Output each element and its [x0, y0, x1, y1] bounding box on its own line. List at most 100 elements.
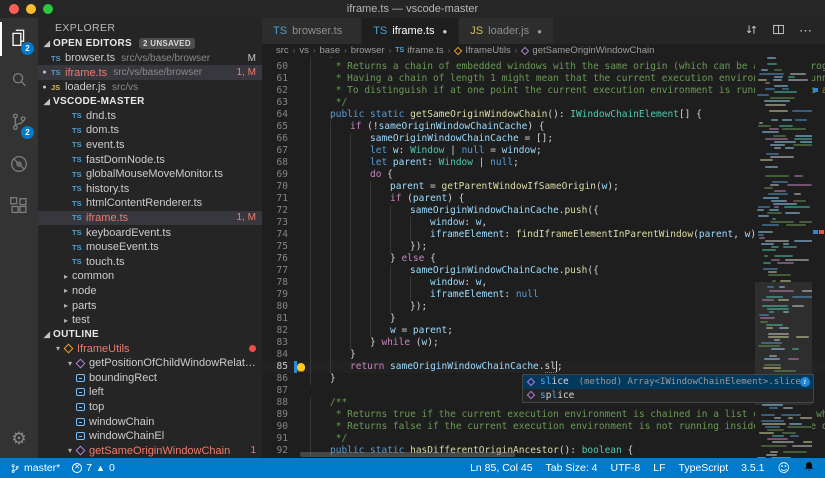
code-line[interactable]: 69do {	[262, 169, 825, 181]
code-line[interactable]: 62 * To distinguish if at one point the …	[262, 85, 825, 97]
code-line[interactable]: 76} else {	[262, 253, 825, 265]
code-line[interactable]: 65if (!sameOriginWindowChainCache) {	[262, 121, 825, 133]
status-item-lf[interactable]: LF	[653, 462, 665, 474]
tree-item-file[interactable]: TShtmlContentRenderer.ts	[38, 196, 262, 211]
info-icon[interactable]: i	[800, 377, 810, 387]
status-item-3-5-1[interactable]: 3.5.1	[741, 462, 764, 474]
maximize-window-button[interactable]	[43, 4, 53, 14]
tree-item-folder[interactable]: ▸node	[38, 284, 262, 299]
breadcrumb-item[interactable]: TSiframe.ts	[395, 45, 443, 56]
code-line[interactable]: 67let w: Window | null = window;	[262, 145, 825, 157]
editor-tab-loader-js[interactable]: JSloader.js●	[459, 18, 554, 44]
code-line[interactable]: 82w = parent;	[262, 325, 825, 337]
breadcrumb-item[interactable]: IframeUtils	[454, 45, 510, 56]
split-editor-icon[interactable]	[772, 23, 785, 39]
code-line[interactable]: 91 */	[262, 433, 825, 445]
outline-item[interactable]: windowChainEl	[38, 429, 262, 444]
code-line[interactable]: 77sameOriginWindowChainCache.push({	[262, 265, 825, 277]
tree-item-file[interactable]: TSiframe.ts1, M	[38, 211, 262, 226]
feedback-smiley-icon[interactable]: ☺	[777, 461, 790, 475]
suggest-item-slice[interactable]: slice(method) Array<IWindowChainElement>…	[523, 375, 813, 389]
editor-tab-iframe-ts[interactable]: TSiframe.ts●	[362, 18, 459, 44]
code-line[interactable]: 79iframeElement: null	[262, 289, 825, 301]
notifications-bell-icon[interactable]	[803, 460, 815, 476]
code-line[interactable]: 74iframeElement: findIframeElementInPare…	[262, 229, 825, 241]
code-line[interactable]: 63 */	[262, 97, 825, 109]
status-item-ln-85-col-45[interactable]: Ln 85, Col 45	[470, 462, 532, 474]
outline-item[interactable]: ▾IframeUtils	[38, 341, 262, 356]
settings-gear-icon[interactable]: ⚙	[0, 420, 38, 458]
activity-item-search[interactable]	[0, 60, 38, 102]
editor-tab-browser-ts[interactable]: TSbrowser.ts	[262, 18, 362, 44]
code-line[interactable]: 72sameOriginWindowChainCache.push({	[262, 205, 825, 217]
tree-item-file[interactable]: TSevent.ts	[38, 138, 262, 153]
code-line[interactable]: 73window: w,	[262, 217, 825, 229]
code-line[interactable]: 90 * Returns false if the current execut…	[262, 421, 825, 433]
open-editor-item[interactable]: TSbrowser.tssrc/vs/base/browserM	[38, 51, 262, 66]
tree-item-file[interactable]: TStouch.ts	[38, 254, 262, 269]
open-editors-header[interactable]: ◢ OPEN EDITORS 2 UNSAVED	[38, 37, 262, 51]
suggest-item-splice[interactable]: splice	[523, 389, 813, 403]
open-editor-item[interactable]: ●JSloader.jssrc/vs	[38, 80, 262, 95]
tree-item-file[interactable]: TSkeyboardEvent.ts	[38, 225, 262, 240]
minimap-line	[766, 153, 779, 155]
minimap-line	[764, 187, 773, 189]
tree-item-file[interactable]: TSdnd.ts	[38, 109, 262, 124]
code-line[interactable]: 70parent = getParentWindowIfSameOrigin(w…	[262, 181, 825, 193]
close-window-button[interactable]	[9, 4, 19, 14]
tree-item-folder[interactable]: ▸test	[38, 313, 262, 328]
outline-item[interactable]: boundingRect	[38, 370, 262, 385]
code-line[interactable]: 61 * Having a chain of length 1 might me…	[262, 73, 825, 85]
status-item-tab-size-4[interactable]: Tab Size: 4	[546, 462, 598, 474]
code-editor[interactable]: 59/**60 * Returns a chain of embedded wi…	[262, 57, 825, 458]
outline-item[interactable]: ▾getSameOriginWindowChain1	[38, 443, 262, 458]
open-changes-icon[interactable]	[745, 23, 758, 39]
status-item-typescript[interactable]: TypeScript	[679, 462, 729, 474]
breadcrumb-item[interactable]: browser	[351, 45, 385, 56]
tree-item-file[interactable]: TSdom.ts	[38, 123, 262, 138]
dirty-dot-icon[interactable]: ●	[442, 27, 447, 36]
dirty-dot-icon[interactable]: ●	[537, 27, 542, 36]
code-line[interactable]: 66sameOriginWindowChainCache = [];	[262, 133, 825, 145]
code-line[interactable]: 68let parent: Window | null;	[262, 157, 825, 169]
outline-item[interactable]: ▾getPositionOfChildWindowRelativeToAnces…	[38, 356, 262, 371]
outline-item[interactable]: top	[38, 400, 262, 415]
tree-item-file[interactable]: TSmouseEvent.ts	[38, 240, 262, 255]
activity-item-source-control[interactable]: 2	[0, 102, 38, 144]
breadcrumb-item[interactable]: vs	[299, 45, 309, 56]
code-line[interactable]: 84}	[262, 349, 825, 361]
breadcrumb-item[interactable]: src	[276, 45, 289, 56]
code-line[interactable]: 78window: w,	[262, 277, 825, 289]
code-line[interactable]: 64public static getSameOriginWindowChain…	[262, 109, 825, 121]
code-line[interactable]: 75});	[262, 241, 825, 253]
outline-item[interactable]: windowChain	[38, 414, 262, 429]
more-actions-icon[interactable]: ⋯	[799, 23, 813, 39]
outline-item[interactable]: left	[38, 385, 262, 400]
code-line[interactable]: 83} while (w);	[262, 337, 825, 349]
problems-status[interactable]: ✕ 7 ▲ 0	[72, 462, 115, 474]
outline-header[interactable]: ◢ OUTLINE	[38, 327, 262, 341]
minimize-window-button[interactable]	[26, 4, 36, 14]
code-line[interactable]: 85return sameOriginWindowChainCache.sl;	[262, 361, 825, 373]
open-editor-item[interactable]: ●TSiframe.tssrc/vs/base/browser1, M	[38, 65, 262, 80]
code-line[interactable]: 71if (parent) {	[262, 193, 825, 205]
git-branch-status[interactable]: master*	[10, 462, 60, 475]
code-line[interactable]: 60 * Returns a chain of embedded windows…	[262, 61, 825, 73]
breadcrumb-item[interactable]: base	[320, 45, 341, 56]
breadcrumb-item[interactable]: getSameOriginWindowChain	[521, 45, 654, 56]
tree-item-folder[interactable]: ▸parts	[38, 298, 262, 313]
tree-item-file[interactable]: TShistory.ts	[38, 181, 262, 196]
status-item-utf-8[interactable]: UTF-8	[611, 462, 641, 474]
horizontal-scrollbar[interactable]	[300, 452, 515, 457]
tree-item-folder[interactable]: ▸common	[38, 269, 262, 284]
code-line[interactable]: 81}	[262, 313, 825, 325]
code-line[interactable]: 80});	[262, 301, 825, 313]
activity-item-explorer[interactable]: 2	[0, 18, 38, 60]
activity-item-extensions[interactable]	[0, 186, 38, 228]
lightbulb-icon[interactable]	[297, 363, 305, 371]
tree-item-file[interactable]: TSfastDomNode.ts	[38, 152, 262, 167]
tree-item-file[interactable]: TSglobalMouseMoveMonitor.ts	[38, 167, 262, 182]
folder-header[interactable]: ◢ VSCODE-MASTER	[38, 95, 262, 109]
code-line[interactable]: 89 * Returns true if the current executi…	[262, 409, 825, 421]
activity-item-debug[interactable]	[0, 144, 38, 186]
